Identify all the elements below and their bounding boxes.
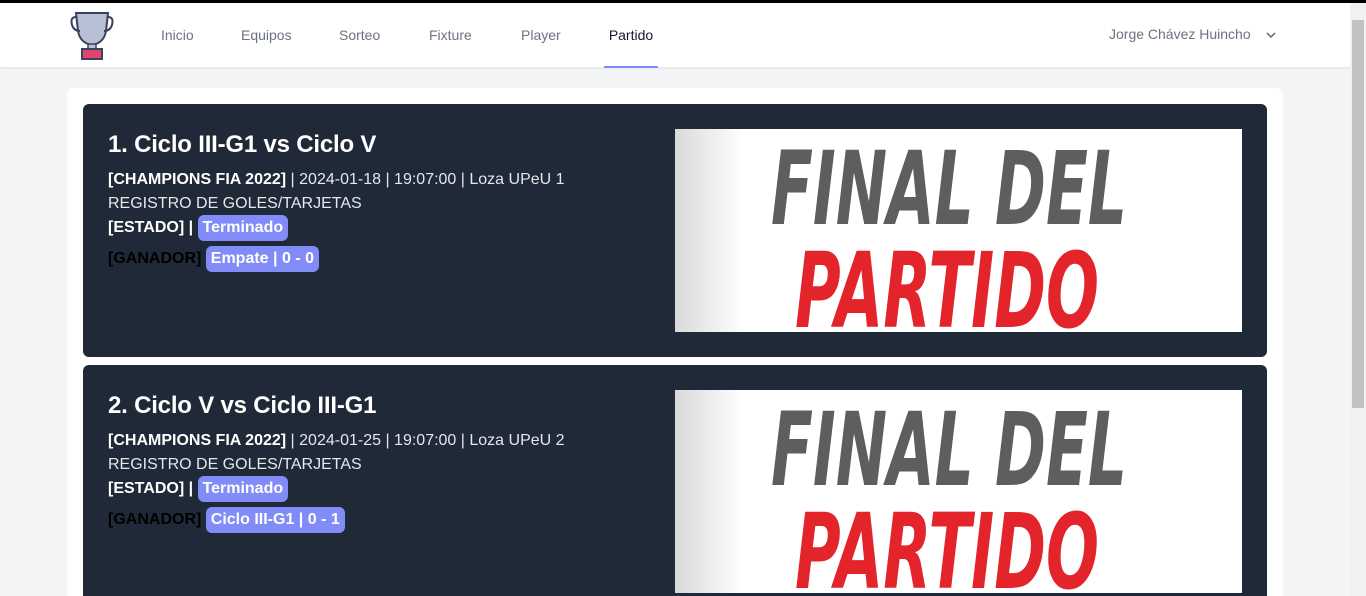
trophy-logo-icon[interactable] (70, 9, 114, 61)
estado-row: [ESTADO] | Terminado (108, 476, 289, 502)
ganador-label: [GANADOR] (108, 250, 202, 267)
top-navbar: Inicio Equipos Sorteo Fixture Player Par… (0, 3, 1350, 68)
match-title: 2. Ciclo V vs Ciclo III-G1 (108, 392, 377, 419)
ganador-badge: Empate | 0 - 0 (205, 246, 319, 272)
image-line2: PARTIDO (795, 230, 1099, 332)
chevron-down-icon (1265, 32, 1276, 39)
image-line2: PARTIDO (795, 491, 1099, 593)
tournament-name: [CHAMPIONS FIA 2022] (108, 171, 287, 188)
nav-sorteo[interactable]: Sorteo (339, 3, 380, 68)
match-meta: [CHAMPIONS FIA 2022] | 2024-01-25 | 19:0… (108, 429, 565, 453)
estado-badge: Terminado (197, 476, 289, 502)
registro-link[interactable]: REGISTRO DE GOLES/TARJETAS (108, 192, 362, 216)
estado-badge: Terminado (197, 215, 289, 241)
ganador-label: [GANADOR] (108, 511, 202, 528)
page-scrollbar[interactable] (1350, 3, 1366, 596)
user-menu[interactable]: Jorge Chávez Huincho (1109, 3, 1277, 68)
match-details: | 2024-01-25 | 19:07:00 | Loza UPeU 2 (286, 432, 565, 449)
user-name: Jorge Chávez Huincho (1109, 26, 1251, 42)
estado-row: [ESTADO] | Terminado (108, 215, 289, 241)
match-card: 2. Ciclo V vs Ciclo III-G1 [CHAMPIONS FI… (83, 365, 1267, 596)
final-del-partido-graphic: FINAL DEL PARTIDO (675, 390, 1242, 593)
match-image: FINAL DEL PARTIDO (675, 390, 1242, 593)
nav-inicio[interactable]: Inicio (161, 3, 194, 68)
estado-label: [ESTADO] | (108, 480, 194, 497)
registro-link[interactable]: REGISTRO DE GOLES/TARJETAS (108, 453, 362, 477)
ganador-row: [GANADOR] Empate | 0 - 0 (108, 246, 319, 272)
nav-fixture[interactable]: Fixture (429, 3, 472, 68)
match-title: 1. Ciclo III-G1 vs Ciclo V (108, 131, 377, 158)
final-del-partido-graphic: FINAL DEL PARTIDO (675, 129, 1242, 332)
match-image: FINAL DEL PARTIDO (675, 129, 1242, 332)
match-card: 1. Ciclo III-G1 vs Ciclo V [CHAMPIONS FI… (83, 104, 1267, 357)
scrollbar-thumb[interactable] (1352, 20, 1364, 408)
nav-equipos[interactable]: Equipos (241, 3, 292, 68)
match-meta: [CHAMPIONS FIA 2022] | 2024-01-18 | 19:0… (108, 168, 565, 192)
nav-partido[interactable]: Partido (604, 3, 658, 68)
ganador-badge: Ciclo III-G1 | 0 - 1 (205, 507, 345, 533)
tournament-name: [CHAMPIONS FIA 2022] (108, 432, 287, 449)
match-details: | 2024-01-18 | 19:07:00 | Loza UPeU 1 (286, 171, 565, 188)
estado-label: [ESTADO] | (108, 219, 194, 236)
ganador-row: [GANADOR] Ciclo III-G1 | 0 - 1 (108, 507, 345, 533)
nav-player[interactable]: Player (521, 3, 561, 68)
